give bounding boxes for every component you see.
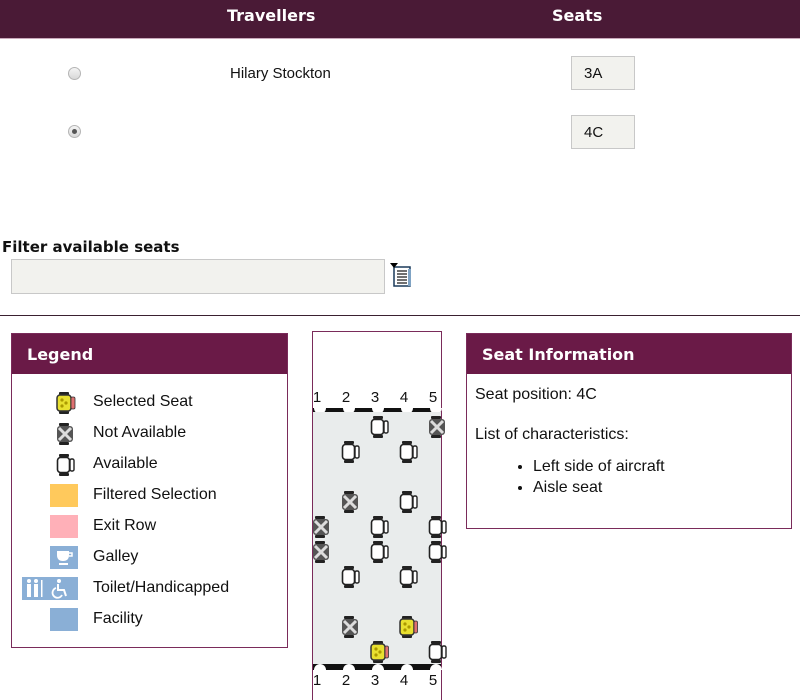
column-number: 4	[399, 389, 409, 406]
travellers-table-header: Travellers Seats	[0, 0, 800, 39]
selected-seat[interactable]	[369, 640, 389, 664]
available-seat[interactable]	[427, 515, 447, 539]
column-number: 2	[341, 389, 351, 406]
legend-label: Facility	[93, 610, 143, 627]
selected-seat[interactable]	[398, 615, 418, 639]
filter-label: Filter available seats	[2, 238, 180, 256]
column-number: 1	[312, 672, 322, 689]
traveller-seat-field[interactable]: 4C	[571, 115, 635, 149]
traveller-radio[interactable]	[68, 67, 81, 80]
column-number: 5	[428, 672, 438, 689]
facility-swatch	[50, 608, 78, 631]
seats-column-header: Seats	[552, 6, 603, 25]
travellers-column-header: Travellers	[227, 6, 316, 25]
column-number: 3	[370, 672, 380, 689]
legend-item-available: Available	[12, 453, 282, 477]
filter-seats-input[interactable]	[11, 259, 385, 294]
galley-icon	[50, 546, 78, 569]
available-seat[interactable]	[369, 515, 389, 539]
column-number: 4	[399, 672, 409, 689]
available-seat[interactable]	[427, 540, 447, 564]
legend-item-galley: Galley	[12, 546, 282, 570]
available-seat[interactable]	[369, 415, 389, 439]
unavailable-seat	[342, 491, 358, 513]
seat-info-title: Seat Information	[467, 334, 791, 374]
seat-info-panel: Seat Information Seat position: 4C List …	[466, 333, 792, 529]
traveller-name: Hilary Stockton	[230, 65, 331, 82]
filtered-selection-swatch	[50, 484, 78, 507]
column-number: 1	[312, 389, 322, 406]
available-seat[interactable]	[427, 640, 447, 664]
characteristic-item: Left side of aircraft	[533, 456, 791, 477]
legend-item-toilet-handicapped: Toilet/Handicapped	[12, 577, 282, 601]
legend-label: Filtered Selection	[93, 486, 217, 503]
legend-label: Available	[93, 455, 158, 472]
legend-label: Selected Seat	[93, 393, 193, 410]
legend-label: Exit Row	[93, 517, 157, 534]
available-seat[interactable]	[398, 490, 418, 514]
available-seat[interactable]	[340, 565, 360, 589]
legend-item-exit-row: Exit Row	[12, 515, 282, 539]
filter-list-icon[interactable]	[390, 263, 412, 287]
column-number: 5	[428, 389, 438, 406]
legend-label: Galley	[93, 548, 139, 565]
legend-label: Not Available	[93, 424, 187, 441]
exit-row-swatch	[50, 515, 78, 538]
traveller-radio-selected[interactable]	[68, 125, 81, 138]
legend-item-facility: Facility	[12, 608, 282, 632]
available-seat[interactable]	[340, 440, 360, 464]
unavailable-seat	[429, 416, 445, 438]
not-available-seat-icon	[57, 423, 73, 445]
legend-item-selected-seat: Selected Seat	[12, 391, 282, 415]
column-number: 2	[341, 672, 351, 689]
characteristics-label: List of characteristics:	[475, 426, 629, 443]
available-seat[interactable]	[398, 565, 418, 589]
legend-panel: Legend Selected Seat Not Available Avail…	[11, 333, 288, 648]
legend-label: Toilet/Handicapped	[93, 579, 230, 596]
seat-map: 1 2 3 4 5 1 2 3 4 5	[312, 331, 447, 700]
legend-item-not-available: Not Available	[12, 422, 282, 446]
toilet-handicapped-icon	[22, 577, 78, 600]
unavailable-seat	[342, 616, 358, 638]
unavailable-seat	[313, 516, 329, 538]
available-seat[interactable]	[398, 440, 418, 464]
available-seat[interactable]	[369, 540, 389, 564]
selected-seat-icon	[56, 392, 76, 414]
cabin-wall-bottom	[313, 664, 442, 670]
traveller-seat-field[interactable]: 3A	[571, 56, 635, 90]
section-divider	[0, 315, 800, 316]
legend-title: Legend	[12, 334, 287, 374]
seat-position: Seat position: 4C	[475, 386, 597, 403]
available-seat-icon	[56, 454, 75, 476]
legend-item-filtered-selection: Filtered Selection	[12, 484, 282, 508]
characteristic-item: Aisle seat	[533, 477, 791, 498]
column-number: 3	[370, 389, 380, 406]
characteristics-list: Left side of aircraft Aisle seat	[475, 456, 791, 498]
unavailable-seat	[313, 541, 329, 563]
